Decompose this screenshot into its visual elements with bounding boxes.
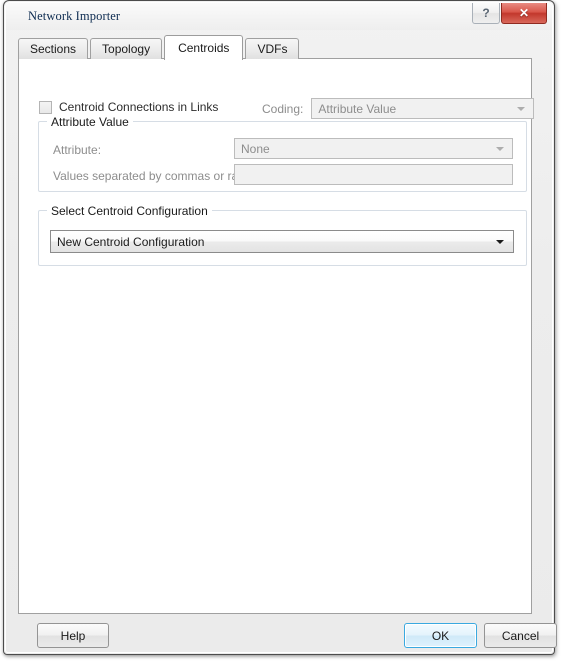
tab-vdfs[interactable]: VDFs (245, 38, 300, 59)
cancel-button-label: Cancel (501, 628, 540, 643)
centroid-configuration-combobox-value: New Centroid Configuration (57, 234, 205, 249)
select-centroid-configuration-group: Select Centroid Configuration New Centro… (38, 204, 527, 266)
tab-topology-label: Topology (102, 42, 151, 56)
window-title: Network Importer (28, 9, 121, 23)
coding-label: Coding: (262, 101, 304, 116)
tab-centroids-label: Centroids (178, 41, 230, 55)
cancel-button[interactable]: Cancel (484, 623, 557, 648)
close-button[interactable]: ✕ (501, 3, 547, 24)
dialog-body: Sections Topology Centroids VDFs Centroi… (18, 34, 557, 648)
tab-strip: Sections Topology Centroids VDFs (18, 34, 301, 60)
tab-topology[interactable]: Topology (90, 38, 163, 59)
attribute-combobox[interactable]: None (234, 138, 513, 159)
title-bar: Network Importer ? ✕ (6, 3, 552, 30)
tab-centroids[interactable]: Centroids (164, 35, 244, 60)
chevron-down-icon (517, 106, 526, 111)
help-button[interactable]: Help (37, 623, 109, 648)
centroid-connections-row[interactable]: Centroid Connections in Links (39, 100, 218, 114)
attribute-value-group: Attribute Value Attribute: None Values s… (38, 115, 527, 192)
coding-combobox[interactable]: Attribute Value (311, 98, 535, 119)
help-icon-button[interactable]: ? (472, 3, 500, 24)
coding-combo-wrapper: Attribute Value (311, 98, 535, 119)
help-button-label: Help (60, 628, 86, 643)
tab-sections[interactable]: Sections (18, 38, 89, 59)
centroid-configuration-combobox[interactable]: New Centroid Configuration (50, 230, 514, 253)
chevron-down-icon (496, 239, 504, 244)
window-controls: ? ✕ (472, 3, 547, 24)
values-range-label: Values separated by commas or range: (53, 169, 262, 183)
close-icon: ✕ (518, 6, 530, 20)
tab-sections-label: Sections (30, 42, 77, 56)
centroid-connections-label: Centroid Connections in Links (59, 100, 219, 114)
select-centroid-configuration-group-title: Select Centroid Configuration (47, 204, 212, 218)
attribute-label: Attribute: (53, 143, 102, 157)
tab-vdfs-label: VDFs (257, 42, 288, 56)
values-range-input[interactable] (234, 164, 513, 185)
attribute-combobox-value: None (241, 141, 270, 156)
attribute-value-group-title: Attribute Value (47, 115, 133, 129)
tab-panel-centroids: Centroid Connections in Links Coding: At… (18, 58, 535, 614)
ok-button[interactable]: OK (404, 623, 477, 648)
ok-button-label: OK (431, 628, 450, 643)
dialog-window: Network Importer ? ✕ Sections Topology C… (3, 0, 557, 655)
question-mark-icon: ? (482, 6, 490, 20)
coding-combobox-value: Attribute Value (318, 101, 397, 116)
coding-row: Coding: Attribute Value (262, 98, 535, 119)
chevron-down-icon (496, 146, 504, 151)
centroid-connections-checkbox[interactable] (39, 100, 52, 114)
